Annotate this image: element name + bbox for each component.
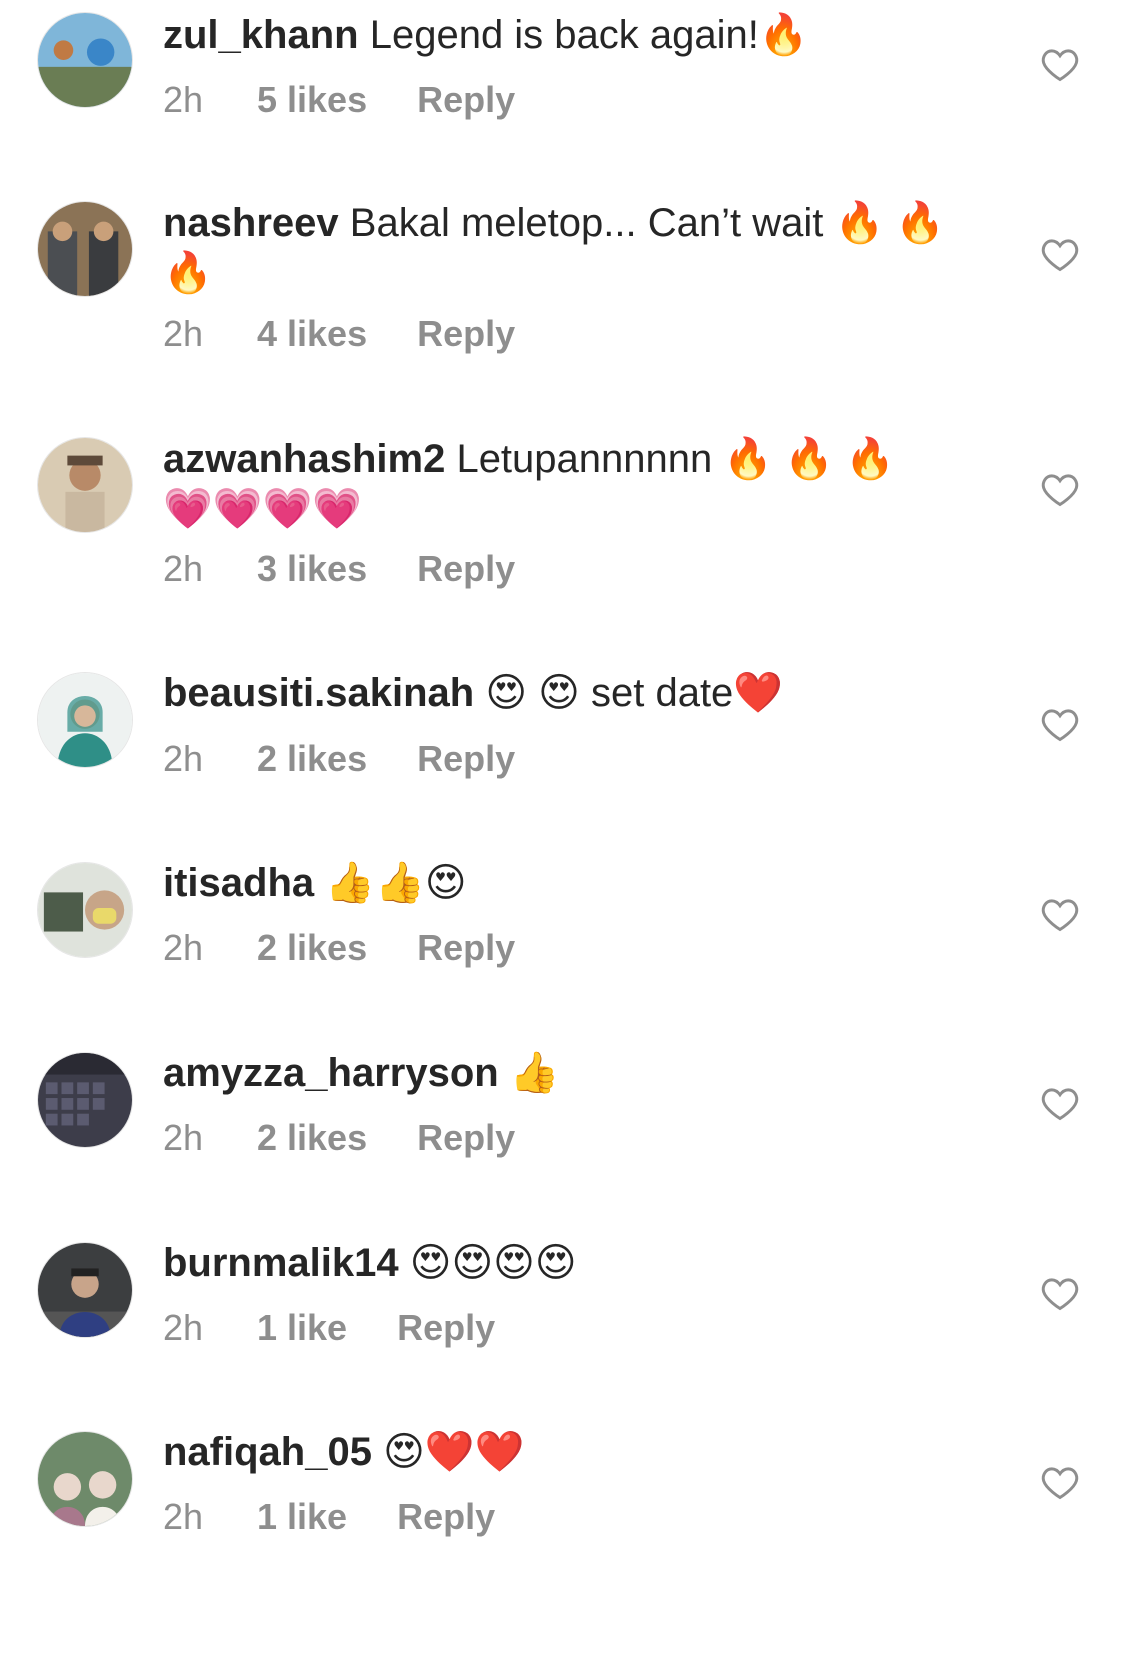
likes-count[interactable]: 3 likes (257, 549, 367, 589)
heart-outline-icon[interactable] (1040, 46, 1080, 82)
reply-button[interactable]: Reply (417, 314, 515, 354)
timestamp: 2h (163, 548, 204, 589)
timestamp: 2h (163, 1307, 204, 1348)
comment-body: 😍😍😍😍 (398, 1241, 577, 1285)
username-link[interactable]: nafiqah_05 (163, 1430, 372, 1474)
avatar[interactable] (37, 672, 133, 768)
likes-count[interactable]: 2 likes (257, 1118, 367, 1158)
comment-meta: 2h 5 likes Reply (163, 80, 515, 120)
username-link[interactable]: burnmalik14 (163, 1241, 399, 1285)
comment-meta: 2h 3 likes Reply (163, 549, 515, 589)
heart-outline-icon[interactable] (1040, 1085, 1080, 1121)
username-link[interactable]: nashreev (163, 201, 339, 245)
avatar[interactable] (37, 862, 133, 958)
timestamp: 2h (163, 79, 204, 120)
comment-meta: 2h 4 likes Reply (163, 314, 515, 354)
comment-text: itisadha 👍👍😍 (163, 858, 953, 908)
heart-outline-icon[interactable] (1040, 236, 1080, 272)
likes-count[interactable]: 1 like (257, 1308, 347, 1348)
comment-body: Legend is back again!🔥 (358, 13, 809, 57)
comment-body: 👍 (498, 1051, 560, 1095)
heart-outline-icon[interactable] (1040, 1464, 1080, 1500)
reply-button[interactable]: Reply (417, 1118, 515, 1158)
username-link[interactable]: azwanhashim2 (163, 437, 445, 481)
reply-button[interactable]: Reply (417, 739, 515, 779)
username-link[interactable]: itisadha (163, 861, 314, 905)
likes-count[interactable]: 5 likes (257, 80, 367, 120)
timestamp: 2h (163, 313, 204, 354)
comment-text: nashreev Bakal meletop... Can’t wait 🔥 🔥… (163, 198, 953, 298)
likes-count[interactable]: 1 like (257, 1497, 347, 1537)
reply-button[interactable]: Reply (417, 549, 515, 589)
avatar[interactable] (37, 1052, 133, 1148)
comment-meta: 2h 2 likes Reply (163, 1118, 515, 1158)
comment-text: azwanhashim2 Letupannnnnn 🔥 🔥 🔥 💗💗💗💗 (163, 434, 953, 534)
avatar[interactable] (37, 437, 133, 533)
comment-text: zul_khann Legend is back again!🔥 (163, 10, 953, 60)
heart-outline-icon[interactable] (1040, 471, 1080, 507)
comment-body: 😍❤️❤️ (371, 1430, 525, 1474)
timestamp: 2h (163, 1496, 204, 1537)
username-link[interactable]: zul_khann (163, 13, 359, 57)
likes-count[interactable]: 2 likes (257, 739, 367, 779)
heart-outline-icon[interactable] (1040, 1275, 1080, 1311)
comment-text: beausiti.sakinah 😍 😍 set date❤️ (163, 668, 953, 718)
avatar[interactable] (37, 1431, 133, 1527)
comment-body: 👍👍😍 (314, 861, 467, 905)
comment-text: amyzza_harryson 👍 (163, 1048, 953, 1098)
comment-body: 😍 😍 set date❤️ (474, 671, 784, 715)
comment-text: burnmalik14 😍😍😍😍 (163, 1238, 953, 1288)
comment-meta: 2h 2 likes Reply (163, 928, 515, 968)
comment-text: nafiqah_05 😍❤️❤️ (163, 1427, 953, 1477)
timestamp: 2h (163, 738, 204, 779)
avatar[interactable] (37, 1242, 133, 1338)
username-link[interactable]: beausiti.sakinah (163, 671, 474, 715)
reply-button[interactable]: Reply (397, 1497, 495, 1537)
avatar[interactable] (37, 201, 133, 297)
username-link[interactable]: amyzza_harryson (163, 1051, 499, 1095)
comment-meta: 2h 2 likes Reply (163, 739, 515, 779)
timestamp: 2h (163, 927, 204, 968)
reply-button[interactable]: Reply (417, 928, 515, 968)
reply-button[interactable]: Reply (397, 1308, 495, 1348)
likes-count[interactable]: 2 likes (257, 928, 367, 968)
comment-meta: 2h 1 like Reply (163, 1308, 495, 1348)
timestamp: 2h (163, 1117, 204, 1158)
comment-meta: 2h 1 like Reply (163, 1497, 495, 1537)
heart-outline-icon[interactable] (1040, 896, 1080, 932)
reply-button[interactable]: Reply (417, 80, 515, 120)
avatar[interactable] (37, 12, 133, 108)
likes-count[interactable]: 4 likes (257, 314, 367, 354)
heart-outline-icon[interactable] (1040, 706, 1080, 742)
